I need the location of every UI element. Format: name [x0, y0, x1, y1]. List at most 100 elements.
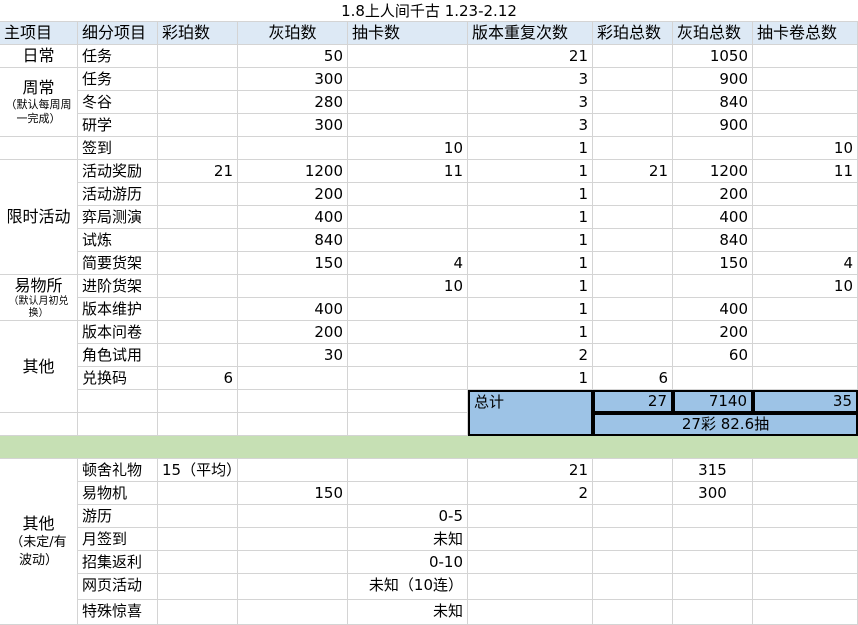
rows-chou-cell[interactable] [348, 114, 468, 137]
rows2-sub-cell[interactable]: 易物机 [78, 482, 158, 505]
header-repeat[interactable]: 版本重复次数 [468, 22, 593, 45]
total-label[interactable]: 总计 [468, 390, 593, 436]
rows2-chou_t-cell[interactable] [753, 574, 858, 600]
rows-cai-cell[interactable] [158, 45, 238, 68]
rows-chou-cell[interactable] [348, 45, 468, 68]
rows-rep-cell[interactable]: 1 [468, 160, 593, 183]
rows-cai_t-cell[interactable]: 6 [593, 367, 673, 390]
header-sub-item[interactable]: 细分项目 [78, 22, 158, 45]
rows-chou_t-cell[interactable]: 10 [753, 275, 858, 298]
rows-hui_t-cell[interactable]: 840 [673, 229, 753, 252]
rows-cai-cell[interactable] [158, 91, 238, 114]
rows2-sub-cell[interactable]: 招集返利 [78, 551, 158, 574]
rows-hui_t-cell[interactable]: 60 [673, 344, 753, 367]
rows2-rep-cell[interactable]: 21 [468, 459, 593, 482]
rows-cai_t-cell[interactable] [593, 137, 673, 160]
rows-hui_t-cell[interactable] [673, 137, 753, 160]
rows2-hui_t-cell[interactable] [673, 505, 753, 528]
rows-rep-cell[interactable]: 1 [468, 321, 593, 344]
rows2-cai_t-cell[interactable] [593, 505, 673, 528]
rows2-cai_t-cell[interactable] [593, 551, 673, 574]
rows-chou_t-cell[interactable]: 10 [753, 137, 858, 160]
rows-cai_t-cell[interactable] [593, 68, 673, 91]
rows2-chou-cell[interactable] [348, 482, 468, 505]
rows-chou-cell[interactable]: 11 [348, 160, 468, 183]
rows2-chou_t-cell[interactable] [753, 551, 858, 574]
rows-rep-cell[interactable]: 1 [468, 275, 593, 298]
rows2-hui-cell[interactable] [238, 528, 348, 551]
rows-cai_t-cell[interactable] [593, 229, 673, 252]
rows-sub-cell[interactable]: 版本问卷 [78, 321, 158, 344]
rows-chou_t-cell[interactable] [753, 344, 858, 367]
rows-hui-cell[interactable] [238, 367, 348, 390]
rows-hui_t-cell[interactable]: 200 [673, 321, 753, 344]
rows2-chou-cell[interactable]: 未知 [348, 599, 468, 625]
rows-rep-cell[interactable]: 1 [468, 367, 593, 390]
rows-chou-cell[interactable] [348, 183, 468, 206]
rows-hui_t-cell[interactable] [673, 275, 753, 298]
total-hui[interactable]: 7140 [673, 390, 753, 413]
group-other-uncertain[interactable]: 其他 （未定/有波动） [0, 459, 78, 625]
header-cai-total[interactable]: 彩珀总数 [593, 22, 673, 45]
rows-rep-cell[interactable]: 3 [468, 114, 593, 137]
rows2-cai-cell[interactable] [158, 528, 238, 551]
rows-cai-cell[interactable] [158, 183, 238, 206]
group-daily[interactable]: 日常 [0, 45, 78, 68]
rows-cai_t-cell[interactable] [593, 206, 673, 229]
rows-cai-cell[interactable] [158, 206, 238, 229]
header-chou[interactable]: 抽卡数 [348, 22, 468, 45]
blank-cell[interactable] [78, 413, 158, 436]
rows2-rep-cell[interactable] [468, 574, 593, 600]
group-limited[interactable]: 限时活动 [0, 160, 78, 275]
rows-cai_t-cell[interactable] [593, 252, 673, 275]
rows-hui-cell[interactable]: 1200 [238, 160, 348, 183]
rows-cai_t-cell[interactable] [593, 183, 673, 206]
rows2-chou_t-cell[interactable] [753, 599, 858, 625]
rows-sub-cell[interactable]: 任务 [78, 45, 158, 68]
rows-chou-cell[interactable] [348, 206, 468, 229]
rows-hui-cell[interactable]: 280 [238, 91, 348, 114]
rows-cai-cell[interactable] [158, 114, 238, 137]
rows-sub-cell[interactable]: 角色试用 [78, 344, 158, 367]
rows-hui-cell[interactable] [238, 275, 348, 298]
rows-hui-cell[interactable]: 300 [238, 68, 348, 91]
rows2-cai_t-cell[interactable] [593, 574, 673, 600]
rows-sub-cell[interactable]: 活动游历 [78, 183, 158, 206]
rows2-cai-cell[interactable] [158, 599, 238, 625]
rows-sub-cell[interactable]: 简要货架 [78, 252, 158, 275]
rows2-hui_t-cell[interactable]: 315 [673, 459, 753, 482]
rows2-sub-cell[interactable]: 游历 [78, 505, 158, 528]
rows-chou_t-cell[interactable] [753, 114, 858, 137]
rows2-hui-cell[interactable] [238, 551, 348, 574]
header-chou-total[interactable]: 抽卡卷总数 [753, 22, 858, 45]
rows-hui-cell[interactable]: 300 [238, 114, 348, 137]
rows2-cai-cell[interactable] [158, 505, 238, 528]
rows2-chou_t-cell[interactable] [753, 482, 858, 505]
rows-rep-cell[interactable]: 1 [468, 183, 593, 206]
rows-rep-cell[interactable]: 1 [468, 252, 593, 275]
rows-sub-cell[interactable]: 兑换码 [78, 367, 158, 390]
rows-hui-cell[interactable]: 840 [238, 229, 348, 252]
rows-hui_t-cell[interactable]: 900 [673, 68, 753, 91]
rows-sub-cell[interactable]: 版本维护 [78, 298, 158, 321]
blank-cell[interactable] [0, 390, 78, 413]
rows-chou-cell[interactable] [348, 321, 468, 344]
rows2-chou-cell[interactable]: 0-5 [348, 505, 468, 528]
rows-chou-cell[interactable] [348, 298, 468, 321]
rows2-rep-cell[interactable] [468, 528, 593, 551]
rows2-hui_t-cell[interactable] [673, 574, 753, 600]
rows2-hui_t-cell[interactable] [673, 551, 753, 574]
group-shop[interactable]: 易物所 （默认月初兑换） [0, 275, 78, 321]
rows-chou-cell[interactable] [348, 344, 468, 367]
rows2-hui-cell[interactable] [238, 505, 348, 528]
rows2-chou-cell[interactable]: 0-10 [348, 551, 468, 574]
rows-rep-cell[interactable]: 21 [468, 45, 593, 68]
blank-cell[interactable] [238, 413, 348, 436]
rows-chou-cell[interactable] [348, 91, 468, 114]
rows-hui-cell[interactable]: 400 [238, 206, 348, 229]
rows-hui_t-cell[interactable] [673, 367, 753, 390]
rows-chou_t-cell[interactable]: 4 [753, 252, 858, 275]
rows2-hui-cell[interactable] [238, 599, 348, 625]
rows-cai-cell[interactable] [158, 137, 238, 160]
rows-sub-cell[interactable]: 研学 [78, 114, 158, 137]
